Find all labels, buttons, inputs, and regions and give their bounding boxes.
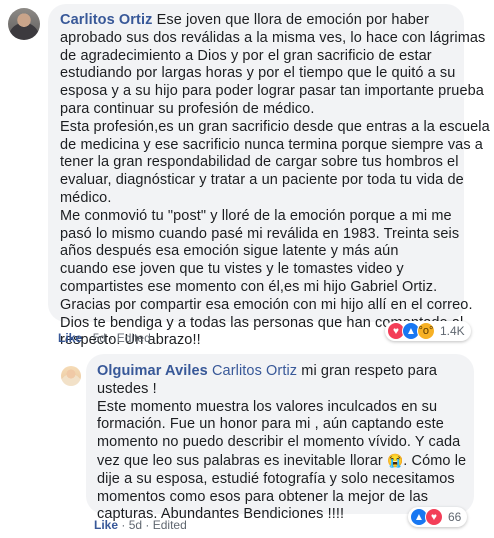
comment-text-line: Me conmovió tu "post" y lloré de la emoc… bbox=[60, 207, 452, 224]
comment-text-line: aprobado sus dos reválidas a la misma ve… bbox=[60, 29, 486, 46]
comment-text-line: Ese joven que llora de emoción por haber bbox=[152, 12, 430, 28]
wow-icon: °o° bbox=[417, 322, 435, 340]
comment-author-name[interactable]: Carlitos Ortiz bbox=[60, 12, 152, 28]
comment-text-line: años después esa emoción sigue latente y… bbox=[60, 243, 399, 260]
reply-text-line: vez que leo sus palabras es inevitable l… bbox=[97, 452, 383, 469]
comment-text-line: evaluar, diagnósticar y tratar a un paci… bbox=[60, 172, 464, 189]
edited-label[interactable]: Edited bbox=[153, 518, 187, 532]
comment-text-line: estudiando por largas horas y por el tie… bbox=[60, 65, 456, 82]
reaction-count: 1.4K bbox=[440, 324, 465, 338]
reply-reactions[interactable]: ▲ ♥ 66 bbox=[408, 507, 468, 527]
reply-text-line: formación. Fue un honor para mi , aún ca… bbox=[97, 416, 444, 433]
comment-text-line: de agradecimiento a Dios y por el gran s… bbox=[60, 47, 432, 64]
separator: · bbox=[106, 331, 117, 345]
comment-text-line: de medicina y ese sacrificio nunca termi… bbox=[60, 136, 483, 153]
comment-text-line: Esta profesión,es un gran sacrificio des… bbox=[60, 118, 490, 135]
reply-text-line: dije a su esposa, estudié fotografía y s… bbox=[97, 470, 455, 487]
comment-text-line: compartistes ese momento con él,es mi hi… bbox=[60, 278, 438, 295]
separator: · bbox=[142, 518, 153, 532]
reply-text-line: Este momento muestra los valores inculca… bbox=[97, 398, 438, 415]
like-button[interactable]: Like bbox=[94, 518, 118, 532]
timestamp[interactable]: 5d bbox=[93, 331, 106, 345]
reply-text-line: mi gran respeto para bbox=[297, 363, 438, 379]
comment-body: Carlitos Ortiz Ese joven que llora de em… bbox=[60, 12, 490, 350]
reply-text-line: . Cómo le bbox=[403, 452, 467, 469]
comment-reactions[interactable]: ♥ ▲ °o° 1.4K bbox=[385, 321, 471, 341]
comment-actions: Like · 5d · Edited bbox=[58, 331, 151, 345]
comment-text-line: para continuar su profesión de médico. bbox=[60, 100, 315, 117]
reply-body: Olguimar Aviles Carlitos Ortiz mi gran r… bbox=[97, 363, 466, 524]
reply-avatar[interactable] bbox=[61, 366, 81, 386]
like-button[interactable]: Like bbox=[58, 331, 82, 345]
crying-emoji-icon: 😭 bbox=[386, 452, 404, 468]
reply-text-line: ustedes ! bbox=[97, 380, 157, 397]
comment-text-line: médico. bbox=[60, 189, 112, 206]
reply-actions: Like · 5d · Edited bbox=[94, 518, 187, 532]
comment-text-line: Gracias por compartir esa emoción con mi… bbox=[60, 296, 473, 313]
mention-link[interactable]: Carlitos Ortiz bbox=[212, 363, 297, 379]
comment-text-line: pasó lo mismo cuando pasé mi reválida en… bbox=[60, 225, 460, 242]
timestamp[interactable]: 5d bbox=[129, 518, 142, 532]
reply-text-line: momento no puedo describir el momento ví… bbox=[97, 434, 461, 451]
comment-text-line: tener la gran respondabilidad de cargar … bbox=[60, 154, 459, 171]
reaction-count: 66 bbox=[448, 510, 462, 524]
edited-label[interactable]: Edited bbox=[117, 331, 151, 345]
separator: · bbox=[82, 331, 93, 345]
commenter-avatar[interactable] bbox=[8, 8, 40, 40]
reply-text-line: momentos como esos para obtener la mejor… bbox=[97, 488, 429, 505]
love-icon: ♥ bbox=[425, 508, 443, 526]
separator: · bbox=[118, 518, 129, 532]
comment-text-line: cuando ese joven que tu vistes y le toma… bbox=[60, 261, 404, 278]
reply-author-name[interactable]: Olguimar Aviles bbox=[97, 363, 208, 379]
comment-text-line: esposa y a su hijo para poder lograr pas… bbox=[60, 83, 484, 100]
